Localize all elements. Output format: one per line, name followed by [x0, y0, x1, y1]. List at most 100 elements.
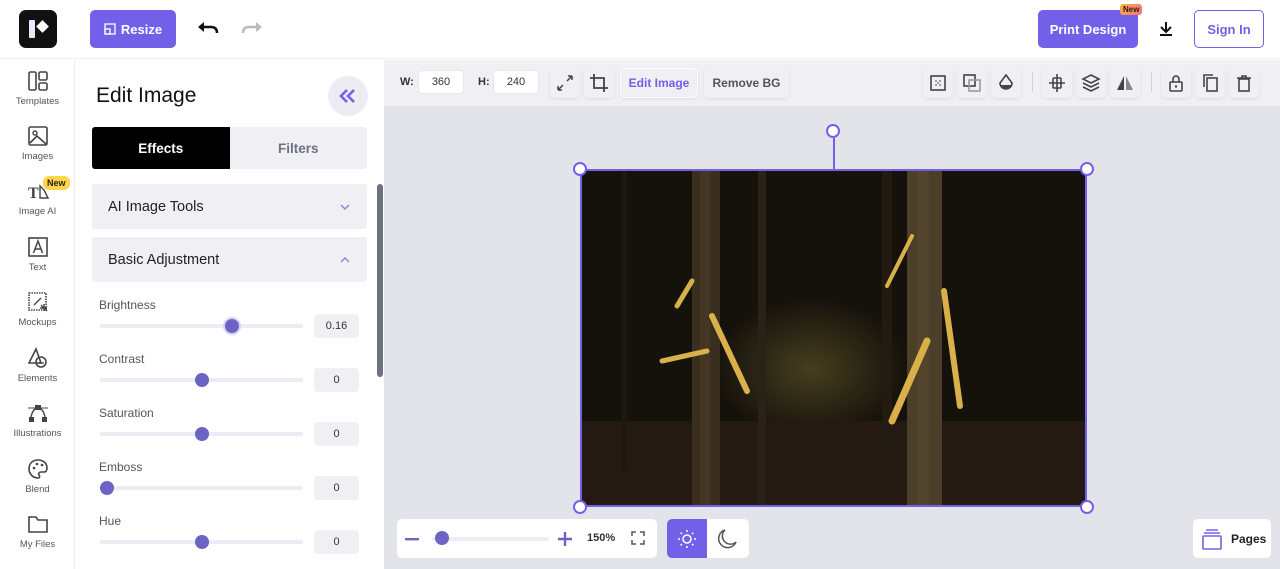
- tab-effects[interactable]: Effects: [92, 127, 230, 169]
- expand-icon[interactable]: [550, 68, 580, 98]
- slider-label: Hue: [99, 514, 122, 528]
- duplicate-icon[interactable]: [1195, 68, 1225, 98]
- double-chevron-left-icon: [339, 89, 355, 103]
- panel-tabs: Effects Filters: [92, 127, 367, 169]
- download-icon[interactable]: [1156, 18, 1176, 40]
- lock-icon[interactable]: [1161, 68, 1191, 98]
- slider-thumb[interactable]: [194, 535, 209, 549]
- moon-icon: [717, 528, 737, 548]
- slider-emboss: Emboss 0: [99, 460, 361, 510]
- height-input[interactable]: 240: [493, 70, 539, 94]
- transparency-icon[interactable]: [923, 68, 953, 98]
- sidebar-item-templates[interactable]: Templates: [0, 62, 75, 112]
- sidebar-item-label: Elements: [17, 373, 58, 384]
- theme-toggle: [667, 519, 749, 558]
- sidebar-item-my-files[interactable]: My Files: [0, 505, 75, 555]
- slider-track[interactable]: [100, 373, 303, 387]
- slider-contrast: Contrast 0: [99, 352, 361, 402]
- sidebar-item-label: Mockups: [18, 317, 57, 328]
- tab-filters[interactable]: Filters: [230, 127, 368, 169]
- accordion-ai-image-tools[interactable]: AI Image Tools: [92, 184, 367, 229]
- mockups-icon: [27, 292, 47, 312]
- app-logo[interactable]: [19, 10, 57, 48]
- sidebar-item-text[interactable]: Text: [0, 228, 75, 278]
- resize-handle-top-left[interactable]: [573, 162, 587, 176]
- slider-thumb[interactable]: [100, 481, 114, 495]
- print-design-button[interactable]: Print Design: [1038, 10, 1138, 48]
- slider-label: Brightness: [99, 298, 156, 312]
- resize-handle-bottom-right[interactable]: [1080, 500, 1094, 514]
- zoom-controls: 150%: [397, 519, 657, 558]
- slider-track[interactable]: [100, 319, 303, 333]
- slider-thumb[interactable]: [194, 373, 209, 387]
- zoom-slider[interactable]: [432, 537, 549, 541]
- slider-value[interactable]: 0.16: [314, 314, 359, 338]
- folder-icon: [27, 516, 48, 533]
- panel-title: Edit Image: [96, 84, 197, 107]
- left-nav: Templates Images T Image AI Text Mockups…: [0, 60, 75, 569]
- slider-label: Contrast: [99, 352, 145, 366]
- pages-button[interactable]: Pages: [1193, 519, 1271, 558]
- resize-label: Resize: [120, 21, 163, 37]
- delete-icon[interactable]: [1229, 68, 1259, 98]
- remove-bg-button[interactable]: Remove BG: [704, 68, 789, 98]
- zoom-in-icon[interactable]: [557, 529, 573, 549]
- sign-in-label: Sign In: [1207, 21, 1251, 37]
- accordion-label: Basic Adjustment: [108, 251, 220, 268]
- chevron-up-icon: [340, 256, 350, 263]
- width-input[interactable]: 360: [418, 70, 464, 94]
- slider-value[interactable]: 0: [314, 422, 359, 446]
- sidebar-item-mockups[interactable]: Mockups: [0, 283, 75, 333]
- rotate-handle-line: [833, 138, 835, 169]
- accordion-basic-adjustment[interactable]: Basic Adjustment: [92, 237, 367, 282]
- canvas-image[interactable]: [580, 169, 1087, 507]
- rotate-handle[interactable]: [826, 124, 840, 138]
- light-mode-button[interactable]: [667, 519, 707, 558]
- new-badge: New: [43, 176, 70, 190]
- undo-icon[interactable]: [196, 17, 220, 41]
- overlap-icon[interactable]: [957, 68, 987, 98]
- sidebar-item-label: Image AI: [18, 206, 57, 217]
- edit-image-panel: Edit Image Effects Filters AI Image Tool…: [76, 60, 384, 569]
- sidebar-item-images[interactable]: Images: [0, 117, 75, 167]
- slider-track[interactable]: [100, 481, 303, 495]
- crop-icon[interactable]: [584, 68, 614, 98]
- panel-scrollbar[interactable]: [377, 184, 383, 377]
- edit-image-button[interactable]: Edit Image: [620, 68, 698, 98]
- resize-handle-top-right[interactable]: [1080, 162, 1094, 176]
- sidebar-item-label: Templates: [15, 96, 60, 107]
- sign-in-button[interactable]: Sign In: [1194, 10, 1264, 48]
- chevron-down-icon: [340, 203, 350, 210]
- slider-thumb[interactable]: [194, 427, 209, 441]
- flip-icon[interactable]: [1110, 68, 1140, 98]
- slider-track[interactable]: [100, 535, 303, 549]
- sidebar-item-elements[interactable]: Elements: [0, 339, 75, 389]
- dark-mode-button[interactable]: [707, 519, 747, 558]
- sidebar-item-illustrations[interactable]: Illustrations: [0, 394, 75, 444]
- sidebar-item-label: My Files: [19, 539, 56, 550]
- pages-icon: [1202, 528, 1222, 550]
- redo-icon[interactable]: [240, 17, 264, 41]
- layers-icon[interactable]: [1076, 68, 1106, 98]
- fit-screen-icon[interactable]: [631, 531, 647, 547]
- collapse-panel-button[interactable]: [328, 76, 368, 116]
- slider-value[interactable]: 0: [314, 530, 359, 554]
- forest-image: [582, 171, 1085, 505]
- slider-hue: Hue 0: [99, 514, 361, 564]
- slider-brightness: Brightness 0.16: [99, 298, 361, 348]
- sidebar-item-blend[interactable]: Blend: [0, 450, 75, 500]
- print-design-label: Print Design: [1049, 21, 1127, 37]
- slider-label: Saturation: [99, 406, 154, 420]
- slider-value[interactable]: 0: [314, 476, 359, 500]
- zoom-out-icon[interactable]: [405, 529, 419, 549]
- palette-icon: [27, 459, 48, 479]
- slider-track[interactable]: [100, 427, 303, 441]
- slider-value[interactable]: 0: [314, 368, 359, 392]
- opacity-icon[interactable]: [991, 68, 1021, 98]
- zoom-slider-thumb[interactable]: [435, 531, 450, 545]
- resize-button[interactable]: Resize: [90, 10, 176, 48]
- align-center-icon[interactable]: [1042, 68, 1072, 98]
- resize-handle-bottom-left[interactable]: [573, 500, 587, 514]
- zoom-level: 150%: [587, 532, 616, 544]
- slider-thumb[interactable]: [224, 319, 239, 333]
